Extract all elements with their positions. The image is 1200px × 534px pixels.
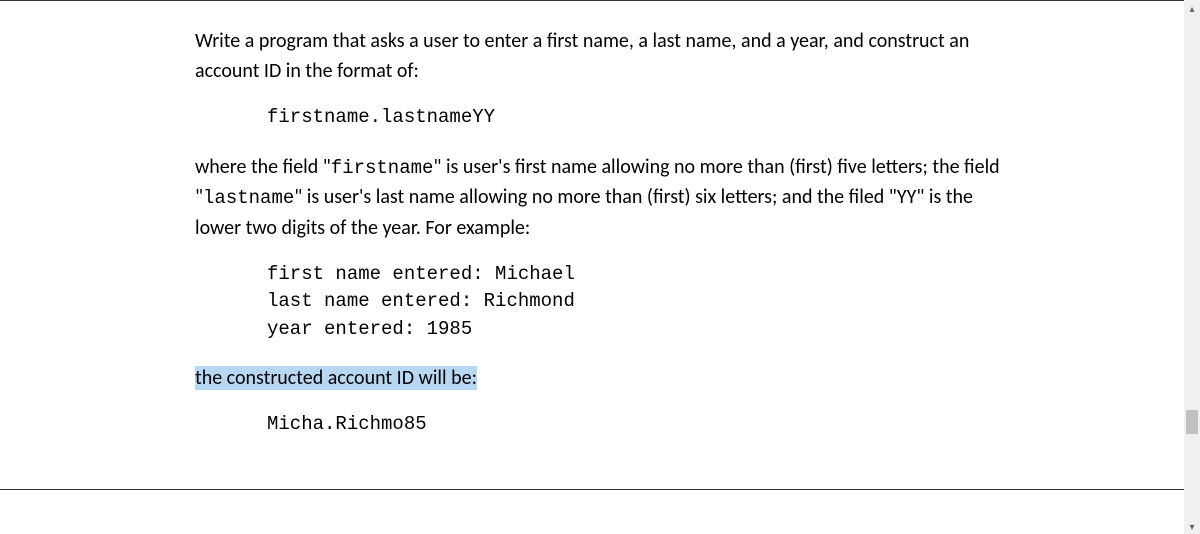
inline-code: firstname	[331, 157, 434, 179]
paragraph-intro: Write a program that asks a user to ente…	[195, 26, 1005, 86]
code-line: last name entered: Richmond	[267, 288, 1005, 316]
text: where the field "	[195, 155, 331, 179]
code-line: Micha.Richmo85	[267, 411, 1005, 439]
code-block-format: firstname.lastnameYY	[267, 104, 1005, 132]
document-page: Write a program that asks a user to ente…	[0, 0, 1200, 490]
highlighted-text: the constructed account ID will be:	[195, 366, 477, 390]
text: Write a program that asks a user to ente…	[195, 29, 969, 83]
triangle-down-icon: ▾	[1189, 520, 1194, 533]
scroll-up-button[interactable]: ▴	[1184, 0, 1200, 16]
text: " is user's last name allowing no more t…	[195, 185, 973, 240]
vertical-scrollbar[interactable]: ▴ ▾	[1184, 0, 1200, 534]
scroll-down-button[interactable]: ▾	[1184, 518, 1200, 534]
scroll-thumb[interactable]	[1186, 410, 1198, 434]
code-line: first name entered: Michael	[267, 261, 1005, 289]
inline-code: lastname	[203, 187, 294, 209]
code-line: firstname.lastnameYY	[267, 104, 1005, 132]
code-block-example-output: Micha.Richmo85	[267, 411, 1005, 439]
paragraph-description: where the field "firstname" is user's fi…	[195, 152, 1005, 243]
triangle-up-icon: ▴	[1189, 2, 1194, 15]
code-line: year entered: 1985	[267, 316, 1005, 344]
code-block-example-input: first name entered: Michael last name en…	[267, 261, 1005, 344]
paragraph-result-label: the constructed account ID will be:	[195, 363, 1005, 393]
